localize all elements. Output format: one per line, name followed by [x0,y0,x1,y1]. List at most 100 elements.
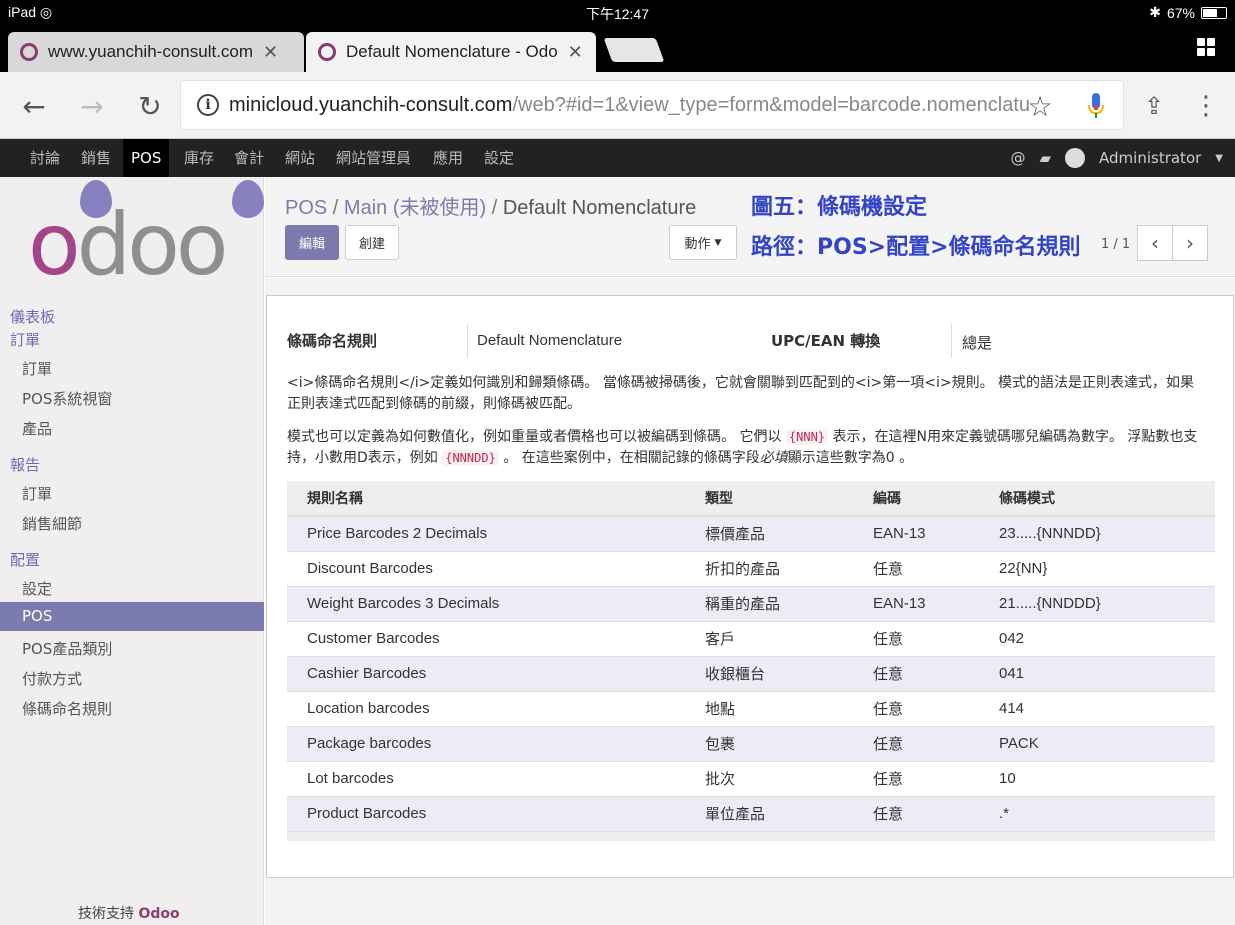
create-button[interactable]: 創建 [345,225,399,260]
sidebar-item-orders[interactable]: 訂單 [22,358,52,379]
cell-type: 標價產品 [699,515,867,551]
cell-pattern: 22{NN} [993,550,1215,586]
breadcrumb-main[interactable]: Main (未被使用) [344,197,486,219]
action-dropdown[interactable]: 動作 ▼ [669,225,737,260]
sidebar-item-label: POS [22,607,53,625]
tab-strip: www.yuanchih-consult.com ✕ Default Nomen… [0,26,1235,72]
header-rule-name[interactable]: 規則名稱 [301,481,699,517]
table-row[interactable]: Location barcodes 地點 任意 414 [287,690,1215,726]
pager-previous-icon[interactable]: ‹ [1137,225,1173,261]
rules-table: 規則名稱 類型 編碼 條碼模式 Price Barcodes 2 Decimal… [287,481,1215,841]
sidebar-item-barcode-nomenclature[interactable]: 條碼命名規則 [22,698,112,719]
menu-website-admin[interactable]: 網站管理員 [328,139,419,177]
cell-encoding: 任意 [867,620,993,656]
sidebar-item-payment-methods[interactable]: 付款方式 [22,668,82,689]
favicon-icon [318,43,336,61]
row-spacer [287,760,301,796]
menu-sales[interactable]: 銷售 [73,139,119,177]
header-encoding[interactable]: 編碼 [867,481,993,517]
cell-encoding: EAN-13 [867,585,993,621]
tab-default-nomenclature[interactable]: Default Nomenclature - Odo ✕ [306,32,596,72]
reload-icon[interactable]: ↻ [130,86,170,126]
url-host: minicloud.yuanchih-consult.com [229,93,513,116]
powered-brand-link[interactable]: Odoo [138,906,179,922]
menu-pos[interactable]: POS [123,139,170,177]
table-row[interactable]: Customer Barcodes 客戶 任意 042 [287,620,1215,656]
tab-yuanchih[interactable]: www.yuanchih-consult.com ✕ [8,32,304,72]
annotation-path: 路徑：POS>配置>條碼命名規則 [751,235,1081,260]
divider [467,324,468,358]
close-icon[interactable]: ✕ [263,42,278,63]
chat-icon[interactable]: ▰ [1039,149,1051,167]
back-icon[interactable]: ← [14,86,54,126]
tab-label: Default Nomenclature - Odo [346,42,558,61]
menu-settings[interactable]: 設定 [476,139,522,177]
cell-pattern: 23.....{NNNDD} [993,515,1215,551]
sidebar-item-products[interactable]: 產品 [22,418,52,439]
caret-down-icon: ▼ [714,237,722,248]
user-area: @ ▰ Administrator ▼ [1010,139,1223,177]
at-icon[interactable]: @ [1010,149,1025,167]
cell-encoding: 任意 [867,550,993,586]
more-icon[interactable]: ⋮ [1186,86,1226,126]
clock: 下午12:47 [585,6,650,22]
sidebar-item-sales-details[interactable]: 銷售細節 [22,513,82,534]
odoo-top-menu: 討論 銷售 POS 庫存 會計 網站 網站管理員 應用 設定 @ ▰ Admin… [0,139,1235,177]
cell-rule-name: Customer Barcodes [301,620,699,656]
table-row[interactable]: Price Barcodes 2 Decimals 標價產品 EAN-13 23...… [287,515,1215,551]
pattern-code-nnndd: {NNNDD} [442,450,499,466]
cell-rule-name: Location barcodes [301,690,699,726]
table-row[interactable]: Cashier Barcodes 收銀櫃台 任意 041 [287,655,1215,691]
caret-down-icon[interactable]: ▼ [1215,153,1223,164]
form-sheet: 條碼命名規則 Default Nomenclature UPC/EAN 轉換 總… [266,295,1234,878]
cell-encoding: 任意 [867,795,993,831]
para2-text-d: 顯示這些數字為0 。 [787,450,914,466]
table-row[interactable]: Lot barcodes 批次 任意 10 [287,760,1215,796]
table-footer [287,830,1215,841]
para2-emphasis: 必填 [759,450,788,466]
table-header-row: 規則名稱 類型 編碼 條碼模式 [287,481,1215,517]
edit-button[interactable]: 編輯 [285,225,339,260]
table-row[interactable]: Weight Barcodes 3 Decimals 稱重的產品 EAN-13 21.… [287,585,1215,621]
info-icon[interactable]: i [197,94,219,116]
sidebar-item-report-orders[interactable]: 訂單 [22,483,52,504]
table-row[interactable]: Discount Barcodes 折扣的產品 任意 22{NN} [287,550,1215,586]
breadcrumb-pos[interactable]: POS [285,197,327,219]
browser-toolbar: ← → ↻ i minicloud.yuanchih-consult.com /… [0,72,1235,139]
name-value: Default Nomenclature [477,332,623,349]
menu-accounting[interactable]: 會計 [226,139,272,177]
share-icon[interactable]: ⇪ [1134,86,1174,126]
menu-discuss[interactable]: 討論 [22,139,68,177]
close-icon[interactable]: ✕ [568,42,583,63]
forward-icon[interactable]: → [72,86,112,126]
menu-apps[interactable]: 應用 [425,139,471,177]
menu-website[interactable]: 網站 [277,139,323,177]
mic-icon[interactable] [1076,86,1116,126]
header-pattern[interactable]: 條碼模式 [993,481,1215,517]
cell-pattern: 042 [993,620,1215,656]
row-spacer [287,655,301,691]
new-tab-button[interactable] [603,38,665,62]
address-bar[interactable]: i minicloud.yuanchih-consult.com /web?#i… [180,80,1124,130]
sidebar-item-pos[interactable]: POS [0,602,264,631]
sidebar-item-settings[interactable]: 設定 [22,578,52,599]
row-spacer [287,690,301,726]
pager-next-icon[interactable]: › [1172,225,1208,261]
cell-type: 折扣的產品 [699,550,867,586]
user-name[interactable]: Administrator [1099,149,1201,167]
sidebar-item-pos-session[interactable]: POS系統視窗 [22,388,112,409]
sidebar-item-pos-categories[interactable]: POS產品類別 [22,638,112,659]
star-icon[interactable]: ☆ [1020,86,1060,126]
tab-switcher-icon[interactable] [1197,38,1215,56]
cell-rule-name: Product Barcodes [301,795,699,831]
breadcrumb-separator: / [486,197,503,219]
odoo-logo[interactable]: odoo [0,177,264,297]
cell-pattern: 10 [993,760,1215,796]
sidebar-section-dashboard[interactable]: 儀表板 [10,306,55,327]
table-row[interactable]: Package barcodes 包裹 任意 PACK [287,725,1215,761]
header-type[interactable]: 類型 [699,481,867,517]
table-row[interactable]: Product Barcodes 單位產品 任意 .* [287,795,1215,831]
avatar[interactable] [1065,148,1086,168]
cell-pattern: 21.....{NNDDD} [993,585,1215,621]
menu-inventory[interactable]: 庫存 [176,139,222,177]
